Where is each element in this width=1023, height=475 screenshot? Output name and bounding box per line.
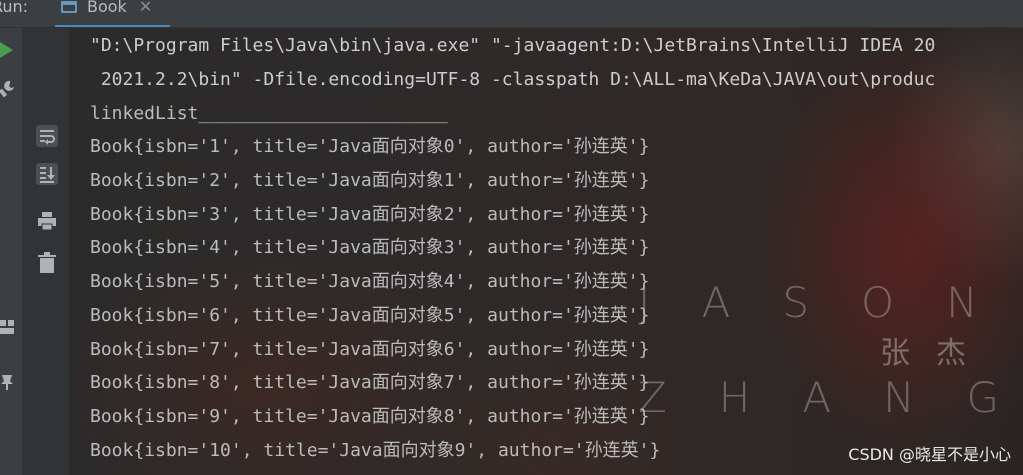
left-toolbar (0, 28, 23, 475)
output-line-book-10: Book{isbn='10', title='Java面向对象9', autho… (90, 440, 661, 461)
tab-book[interactable]: Book ✕ (55, 0, 175, 27)
output-line-book-6: Book{isbn='6', title='Java面向对象5', author… (90, 305, 650, 326)
layout-icon[interactable] (0, 320, 14, 334)
output-line-book-8: Book{isbn='8', title='Java面向对象7', author… (90, 372, 650, 393)
run-label-container: Run: (0, 0, 28, 27)
console-output[interactable]: JASON 张杰 ZHANG "D:\Program Files\Java\bi… (70, 28, 1023, 475)
watermark-top-letters: JASON (638, 278, 1023, 327)
trash-icon[interactable] (38, 252, 56, 274)
active-tab-indicator (55, 25, 170, 27)
command-line-2: 2021.2.2\bin" -Dfile.encoding=UTF-8 -cla… (90, 69, 936, 90)
watermark-chinese: 张杰 (880, 336, 992, 371)
application-icon (61, 1, 77, 13)
close-icon[interactable]: ✕ (139, 0, 152, 15)
play-icon[interactable] (0, 42, 14, 58)
output-line-book-4: Book{isbn='4', title='Java面向对象3', author… (90, 237, 650, 258)
soft-wrap-icon[interactable] (36, 125, 58, 147)
watermark-credit: CSDN @晓星不是小心 (848, 445, 1011, 464)
wrench-icon[interactable] (0, 80, 16, 98)
output-line-book-3: Book{isbn='3', title='Java面向对象2', author… (90, 204, 650, 225)
tab-book-label: Book (87, 0, 127, 16)
output-header-line: linkedList_______________________ (90, 103, 448, 124)
output-line-book-9: Book{isbn='9', title='Java面向对象8', author… (90, 406, 650, 427)
print-icon[interactable] (37, 211, 57, 231)
pin-icon[interactable] (0, 373, 14, 391)
watermark-bottom-letters: ZHANG (638, 373, 1023, 422)
output-line-book-1: Book{isbn='1', title='Java面向对象0', author… (90, 136, 650, 157)
output-line-book-7: Book{isbn='7', title='Java面向对象6', author… (90, 339, 650, 360)
scroll-to-end-icon[interactable] (36, 163, 58, 185)
output-line-book-5: Book{isbn='5', title='Java面向对象4', author… (90, 271, 650, 292)
command-line-1: "D:\Program Files\Java\bin\java.exe" "-j… (90, 35, 936, 56)
run-label: Run: (0, 0, 28, 16)
run-toolwindow-header: Run: Book ✕ (0, 0, 1023, 28)
output-line-book-2: Book{isbn='2', title='Java面向对象1', author… (90, 170, 650, 191)
console-actions-toolbar (23, 28, 70, 475)
